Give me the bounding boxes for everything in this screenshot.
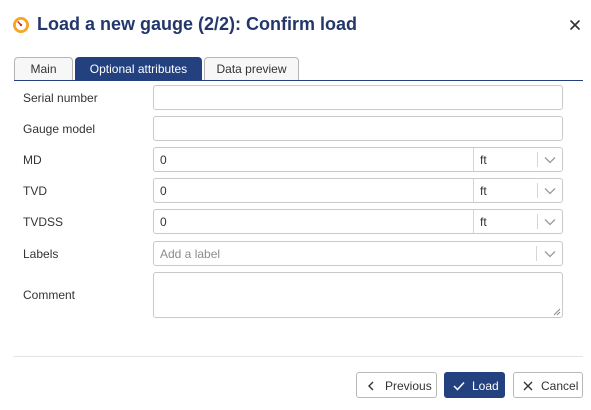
serial-number-input[interactable] bbox=[153, 85, 563, 110]
previous-button[interactable]: Previous bbox=[356, 372, 437, 398]
md-value-input[interactable]: 0 bbox=[160, 153, 167, 167]
tab-main[interactable]: Main bbox=[14, 57, 73, 81]
check-icon bbox=[453, 381, 465, 391]
tab-data-preview[interactable]: Data preview bbox=[204, 57, 299, 81]
load-button[interactable]: Load bbox=[444, 372, 505, 398]
md-label: MD bbox=[23, 153, 42, 167]
chevron-down-icon[interactable] bbox=[544, 156, 556, 164]
tab-underline bbox=[14, 80, 583, 81]
tvdss-value-input[interactable]: 0 bbox=[160, 215, 167, 229]
tvdss-unit-select[interactable]: ft bbox=[473, 210, 562, 233]
tvd-unit-value: ft bbox=[480, 184, 487, 198]
tvd-value-input[interactable]: 0 bbox=[160, 184, 167, 198]
tab-optional-attributes[interactable]: Optional attributes bbox=[75, 57, 202, 81]
footer-divider bbox=[13, 356, 583, 357]
labels-divider bbox=[536, 246, 537, 261]
cancel-button[interactable]: Cancel bbox=[513, 372, 583, 398]
load-button-label: Load bbox=[472, 379, 499, 393]
chevron-down-icon[interactable] bbox=[544, 218, 556, 226]
chevron-left-icon bbox=[368, 381, 374, 391]
gauge-model-label: Gauge model bbox=[23, 122, 96, 136]
x-icon bbox=[523, 381, 533, 391]
previous-button-label: Previous bbox=[385, 379, 432, 393]
tvd-unit-select[interactable]: ft bbox=[473, 179, 562, 202]
chevron-down-icon[interactable] bbox=[544, 250, 556, 258]
labels-placeholder: Add a label bbox=[160, 247, 221, 261]
resize-grip-icon[interactable] bbox=[553, 308, 561, 316]
tvd-label: TVD bbox=[23, 184, 47, 198]
md-unit-divider bbox=[537, 152, 538, 167]
labels-label: Labels bbox=[23, 247, 59, 261]
md-unit-select[interactable]: ft bbox=[473, 148, 562, 171]
md-field: 0 ft bbox=[153, 147, 563, 172]
tvd-field: 0 ft bbox=[153, 178, 563, 203]
md-unit-value: ft bbox=[480, 153, 487, 167]
dialog-header: Load a new gauge (2/2): Confirm load bbox=[0, 0, 591, 52]
chevron-down-icon[interactable] bbox=[544, 187, 556, 195]
gauge-icon bbox=[13, 17, 29, 33]
tvdss-unit-divider bbox=[537, 214, 538, 229]
comment-textarea[interactable] bbox=[153, 272, 563, 318]
dialog-title: Load a new gauge (2/2): Confirm load bbox=[37, 14, 358, 34]
gauge-model-input[interactable] bbox=[153, 116, 563, 141]
tvdss-unit-value: ft bbox=[480, 215, 487, 229]
close-icon[interactable] bbox=[566, 16, 584, 34]
labels-select[interactable]: Add a label bbox=[153, 241, 563, 266]
cancel-button-label: Cancel bbox=[541, 379, 579, 393]
tvdss-field: 0 ft bbox=[153, 209, 563, 234]
comment-label: Comment bbox=[23, 288, 76, 302]
tvd-unit-divider bbox=[537, 183, 538, 198]
tvdss-label: TVDSS bbox=[23, 215, 64, 229]
serial-number-label: Serial number bbox=[23, 91, 98, 105]
